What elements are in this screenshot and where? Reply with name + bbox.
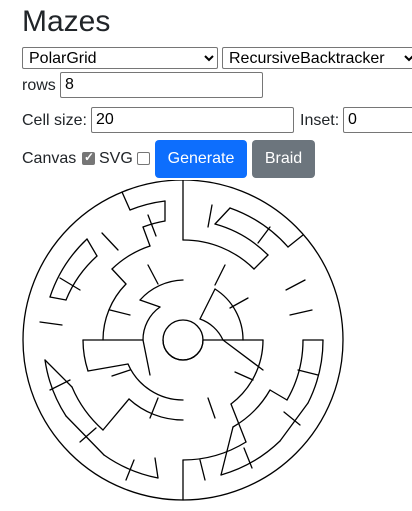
braid-button[interactable]: Braid (252, 140, 315, 178)
page-title: Mazes (22, 5, 111, 38)
check-icon: ✓ (84, 150, 95, 164)
canvas-checkbox[interactable]: ✓ (82, 150, 95, 165)
grid-type-select[interactable]: PolarGrid (22, 47, 218, 69)
maze-canvas (22, 180, 344, 501)
maze-walls (22, 180, 344, 501)
algorithm-select[interactable]: RecursiveBacktracker (222, 47, 412, 69)
inset-label: Inset: (300, 112, 340, 129)
cell-size-input[interactable] (91, 107, 294, 133)
svg-checkbox[interactable] (137, 152, 150, 165)
generate-button[interactable]: Generate (155, 140, 247, 178)
svg-label: SVG (99, 150, 133, 167)
inset-input[interactable] (343, 107, 412, 133)
rows-input[interactable] (60, 72, 263, 98)
canvas-label: Canvas (22, 150, 77, 167)
cell-size-label: Cell size: (22, 112, 87, 129)
rows-label: rows (22, 77, 56, 94)
